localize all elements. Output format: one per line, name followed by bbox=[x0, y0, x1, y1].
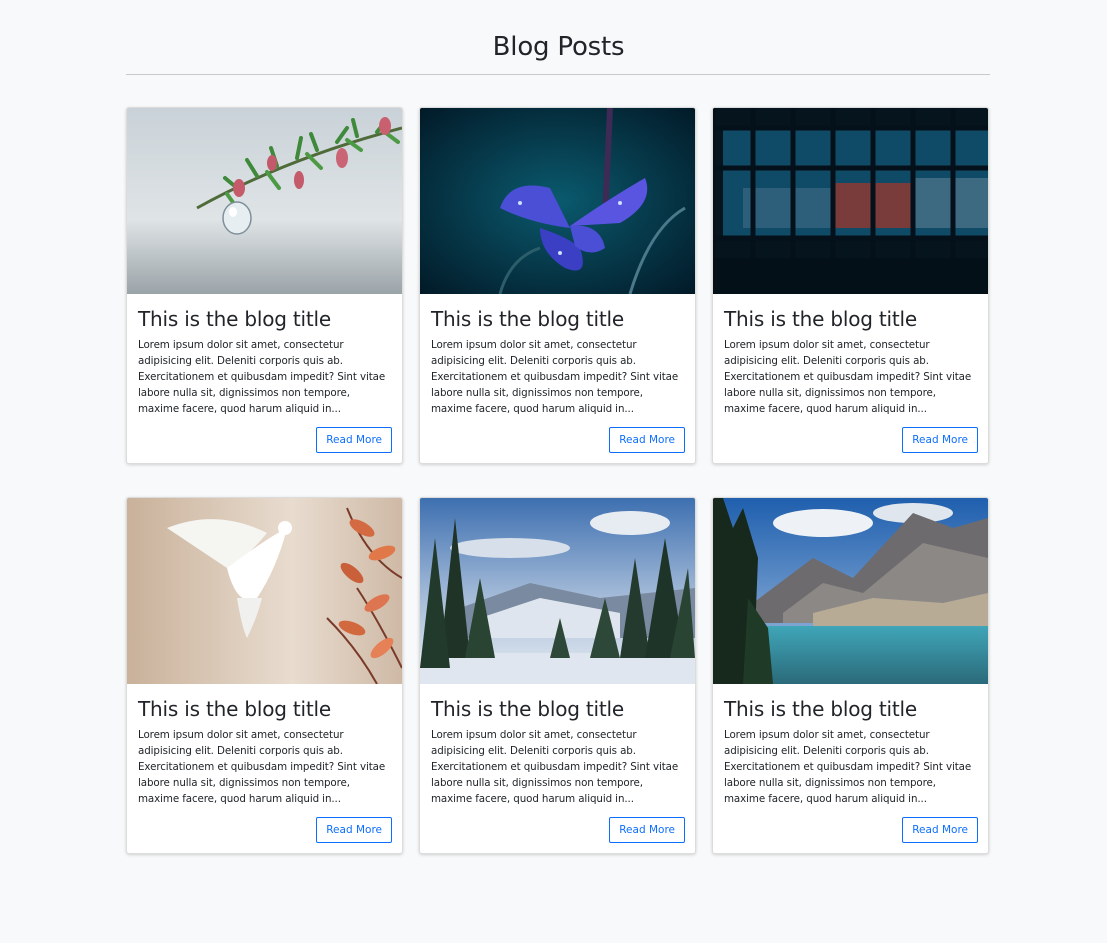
blog-card-excerpt: Lorem ipsum dolor sit amet, consectetur … bbox=[724, 729, 972, 805]
blog-card: This is the blog title Lorem ipsum dolor… bbox=[712, 497, 989, 854]
title-divider bbox=[126, 74, 990, 75]
blog-card-title: This is the blog title bbox=[138, 307, 331, 331]
read-more-button[interactable]: Read More bbox=[316, 427, 392, 453]
blog-card-title: This is the blog title bbox=[431, 697, 624, 721]
blog-card-image bbox=[713, 498, 988, 684]
blog-card-image bbox=[127, 498, 402, 684]
read-more-button[interactable]: Read More bbox=[609, 817, 685, 843]
blog-card-excerpt: Lorem ipsum dolor sit amet, consectetur … bbox=[138, 339, 386, 415]
blog-card-excerpt: Lorem ipsum dolor sit amet, consectetur … bbox=[431, 729, 679, 805]
page-title: Blog Posts bbox=[492, 32, 625, 62]
blog-card: This is the blog title Lorem ipsum dolor… bbox=[419, 497, 696, 854]
blog-card: This is the blog title Lorem ipsum dolor… bbox=[126, 107, 403, 464]
read-more-button[interactable]: Read More bbox=[902, 817, 978, 843]
blog-card-title: This is the blog title bbox=[138, 697, 331, 721]
blog-card-excerpt: Lorem ipsum dolor sit amet, consectetur … bbox=[724, 339, 972, 415]
blog-card-image bbox=[713, 108, 988, 294]
blog-card-image bbox=[420, 498, 695, 684]
blog-card: This is the blog title Lorem ipsum dolor… bbox=[126, 497, 403, 854]
blog-card-excerpt: Lorem ipsum dolor sit amet, consectetur … bbox=[138, 729, 386, 805]
blog-card-title: This is the blog title bbox=[724, 697, 917, 721]
blog-card: This is the blog title Lorem ipsum dolor… bbox=[712, 107, 989, 464]
read-more-button[interactable]: Read More bbox=[316, 817, 392, 843]
blog-card-image bbox=[420, 108, 695, 294]
blog-card: This is the blog title Lorem ipsum dolor… bbox=[419, 107, 696, 464]
blog-post-grid: This is the blog title Lorem ipsum dolor… bbox=[126, 107, 990, 854]
read-more-button[interactable]: Read More bbox=[902, 427, 978, 453]
blog-card-title: This is the blog title bbox=[724, 307, 917, 331]
blog-card-title: This is the blog title bbox=[431, 307, 624, 331]
blog-card-image bbox=[127, 108, 402, 294]
blog-card-excerpt: Lorem ipsum dolor sit amet, consectetur … bbox=[431, 339, 679, 415]
read-more-button[interactable]: Read More bbox=[609, 427, 685, 453]
